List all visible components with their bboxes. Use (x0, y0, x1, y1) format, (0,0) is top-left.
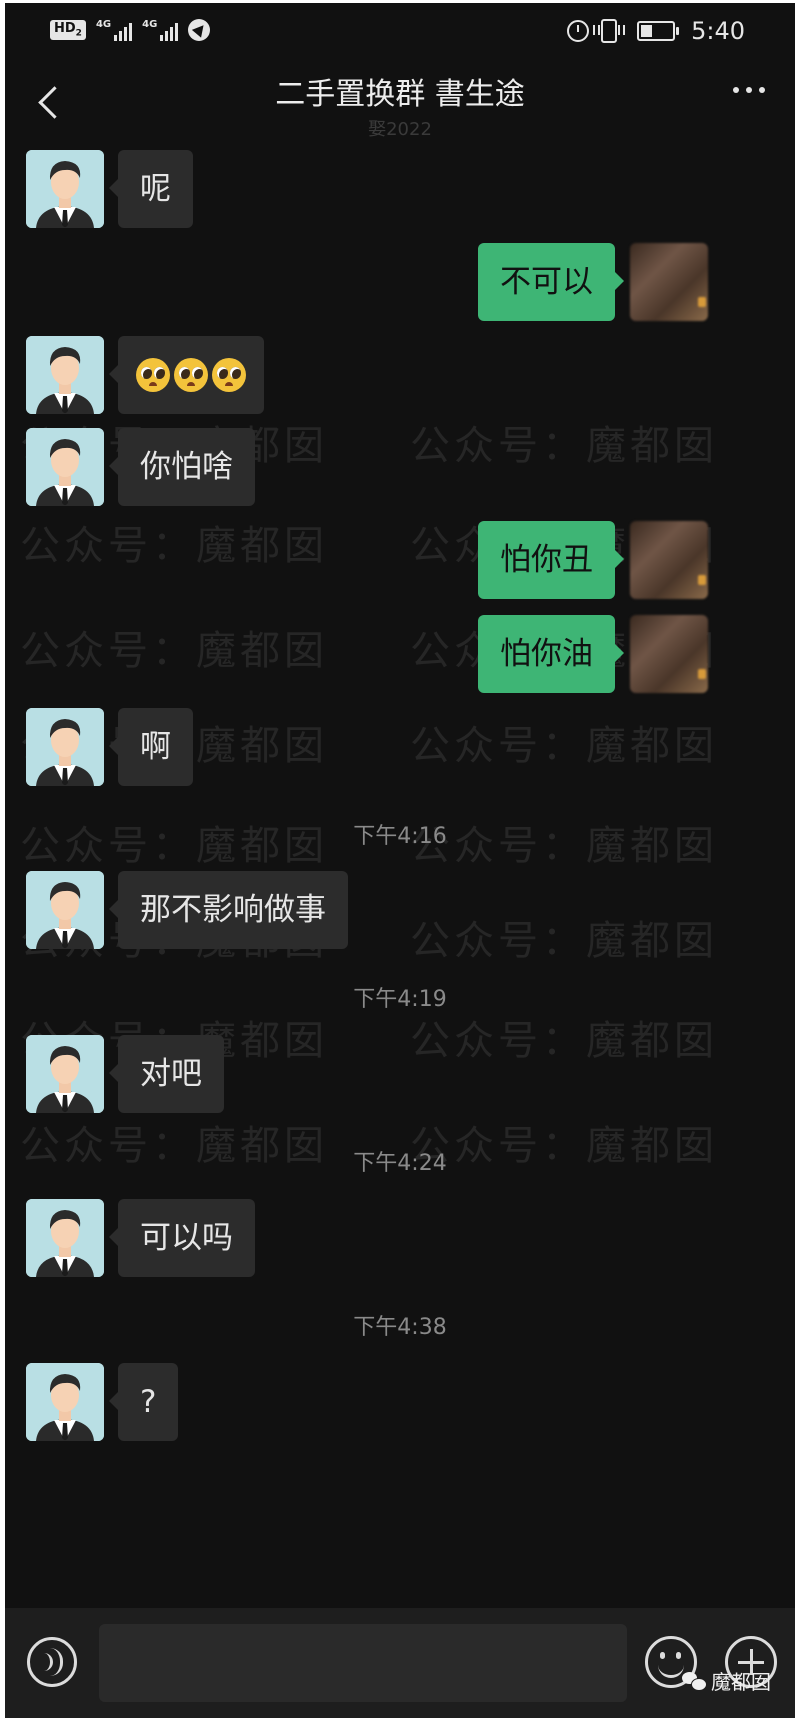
alarm-icon (567, 20, 590, 42)
watermark: 公众号：魔都囡 (410, 918, 718, 964)
phone-screen: HD2 4G 4G 5:40 二手置换群 書生途 娶2022 公众号：魔都囡 公… (5, 3, 795, 1718)
contact-avatar[interactable] (26, 871, 104, 949)
watermark: 公众号：魔都囡 (20, 628, 328, 674)
message-bubble[interactable]: 呢 (109, 150, 193, 228)
timestamp: 下午4:16 (353, 824, 447, 849)
timestamp: 下午4:19 (353, 987, 447, 1012)
location-icon (188, 19, 211, 41)
pleading-face-icon (174, 358, 208, 392)
emoji-message-bubble[interactable] (109, 336, 264, 414)
self-avatar[interactable] (630, 243, 708, 321)
chat-subtitle: 娶2022 (368, 119, 432, 140)
message-input[interactable] (99, 1624, 627, 1702)
contact-avatar[interactable] (26, 1035, 104, 1113)
contact-avatar[interactable] (26, 1363, 104, 1441)
voice-input-button[interactable] (27, 1637, 77, 1687)
message-bubble[interactable]: 对吧 (109, 1035, 224, 1113)
pleading-face-icon (136, 358, 170, 392)
status-bar: HD2 4G 4G 5:40 (5, 3, 795, 63)
more-button[interactable] (733, 87, 765, 93)
watermark: 公众号：魔都囡 (410, 1018, 718, 1064)
brand-watermark: 魔都囡 (682, 1666, 771, 1695)
more-icon (733, 87, 739, 93)
chat-title: 二手置换群 書生途 (275, 77, 525, 112)
message-bubble[interactable]: 那不影响做事 (109, 871, 348, 949)
self-avatar[interactable] (630, 615, 708, 693)
brand-label: 魔都囡 (711, 1670, 771, 1694)
watermark: 公众号：魔都囡 (410, 423, 718, 469)
watermark: 公众号：魔都囡 (20, 523, 328, 569)
signal-icon: 4G (96, 19, 133, 41)
message-bubble[interactable]: 你怕啥 (109, 428, 255, 506)
status-time: 5:40 (691, 17, 745, 45)
contact-avatar[interactable] (26, 150, 104, 228)
contact-avatar[interactable] (26, 336, 104, 414)
self-avatar[interactable] (630, 521, 708, 599)
message-bubble[interactable]: 可以吗 (109, 1199, 255, 1277)
pleading-face-icon (212, 358, 246, 392)
battery-icon (637, 21, 680, 41)
chat-header: 二手置换群 書生途 娶2022 (5, 63, 795, 153)
message-bubble[interactable]: 怕你丑 (478, 521, 624, 599)
hd-badge: HD2 (50, 20, 86, 40)
message-bubble[interactable]: ? (108, 1363, 179, 1441)
message-bubble[interactable]: 啊 (109, 708, 193, 786)
message-bubble[interactable]: 不可以 (478, 243, 624, 321)
contact-avatar[interactable] (26, 428, 104, 506)
watermark: 公众号：魔都囡 (410, 723, 718, 769)
timestamp: 下午4:24 (353, 1151, 447, 1176)
vibrate-icon (593, 19, 626, 43)
signal-icon: 4G (142, 19, 179, 41)
timestamp: 下午4:38 (353, 1315, 447, 1340)
contact-avatar[interactable] (26, 708, 104, 786)
contact-avatar[interactable] (26, 1199, 104, 1277)
wechat-icon (682, 1671, 707, 1691)
input-bar: 魔都囡 (5, 1608, 795, 1718)
message-bubble[interactable]: 怕你油 (478, 615, 624, 693)
